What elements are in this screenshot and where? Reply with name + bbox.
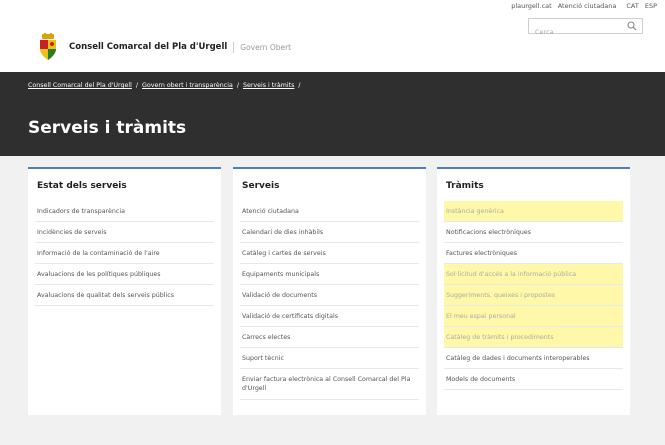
list-item[interactable]: Avaluacions de qualitat dels serveis púb…: [35, 285, 214, 306]
breadcrumb-separator: /: [236, 82, 239, 89]
list-item[interactable]: Avaluacions de les polítiques públiques: [35, 264, 214, 285]
list-item[interactable]: Càrrecs electes: [240, 327, 419, 348]
list-item[interactable]: Suport tècnic: [240, 348, 419, 369]
search-icon[interactable]: [627, 21, 637, 31]
list-item[interactable]: Catàleg i cartes de serveis: [240, 243, 419, 264]
list-item-highlighted[interactable]: Sol·licitud d'accés a la informació públ…: [444, 264, 623, 285]
list-item-highlighted[interactable]: Instància genèrica: [444, 201, 623, 222]
list-item[interactable]: Factures electròniques: [444, 243, 623, 264]
list-item[interactable]: Equipaments municipals: [240, 264, 419, 285]
brand-divider: [233, 41, 235, 53]
list-item[interactable]: Notificacions electròniques: [444, 222, 623, 243]
breadcrumb: Consell Comarcal del Pla d'Urgell / Gove…: [28, 82, 303, 89]
link-list: Atenció ciutadana Calendari de dies inhà…: [233, 201, 426, 400]
card-title: Tràmits: [446, 181, 484, 191]
list-item-highlighted[interactable]: Suggeriments, queixes i propostes: [444, 285, 623, 306]
list-item[interactable]: Incidències de serveis: [35, 222, 214, 243]
atencio-ciutadana-link[interactable]: Atenció ciutadana: [558, 0, 617, 12]
list-item[interactable]: Informació de la contaminació de l'aire: [35, 243, 214, 264]
list-item-highlighted[interactable]: Catàleg de tràmits i procediments: [444, 327, 623, 348]
site-link[interactable]: plaurgell.cat: [511, 0, 552, 12]
list-item[interactable]: Catàleg de dades i documents interoperab…: [444, 348, 623, 369]
top-utility-links: plaurgell.cat Atenció ciutadana CAT ESP: [511, 0, 657, 12]
list-item[interactable]: Atenció ciutadana: [240, 201, 419, 222]
breadcrumb-item[interactable]: Govern obert i transparència: [142, 82, 233, 89]
breadcrumb-separator: /: [298, 82, 301, 89]
brand-subtitle[interactable]: Govern Obert: [240, 43, 291, 52]
search-box: [528, 18, 643, 39]
brand: Consell Comarcal del Pla d'Urgell Govern…: [38, 33, 291, 61]
lang-esp-link[interactable]: ESP: [645, 0, 657, 12]
card-tramits: Tràmits Instància genèrica Notificacions…: [437, 167, 630, 415]
link-list: Instància genèrica Notificacions electrò…: [437, 201, 630, 390]
list-item[interactable]: Indicadors de transparència: [35, 201, 214, 222]
breadcrumb-item[interactable]: Serveis i tràmits: [243, 82, 294, 89]
card-title: Serveis: [242, 181, 280, 191]
list-item[interactable]: Calendari de dies inhàbils: [240, 222, 419, 243]
brand-name[interactable]: Consell Comarcal del Pla d'Urgell: [69, 42, 227, 52]
list-item[interactable]: Validació de documents: [240, 285, 419, 306]
link-list: Indicadors de transparència Incidències …: [28, 201, 221, 306]
list-item[interactable]: Models de documents: [444, 369, 623, 390]
breadcrumb-item[interactable]: Consell Comarcal del Pla d'Urgell: [28, 82, 132, 89]
card-title: Estat dels serveis: [37, 181, 127, 191]
card-serveis: Serveis Atenció ciutadana Calendari de d…: [233, 167, 426, 415]
coat-of-arms-logo[interactable]: [38, 33, 58, 61]
hero-banner: Consell Comarcal del Pla d'Urgell / Gove…: [0, 72, 665, 156]
list-item[interactable]: Enviar factura electrònica al Consell Co…: [240, 369, 419, 400]
page-title: Serveis i tràmits: [28, 118, 187, 138]
list-item[interactable]: Validació de certificats digitals: [240, 306, 419, 327]
lang-cat-link[interactable]: CAT: [626, 0, 638, 12]
breadcrumb-separator: /: [135, 82, 139, 89]
list-item-highlighted[interactable]: El meu espai personal: [444, 306, 623, 327]
search-input[interactable]: [529, 25, 624, 39]
card-estat-dels-serveis: Estat dels serveis Indicadors de transpa…: [28, 167, 221, 415]
